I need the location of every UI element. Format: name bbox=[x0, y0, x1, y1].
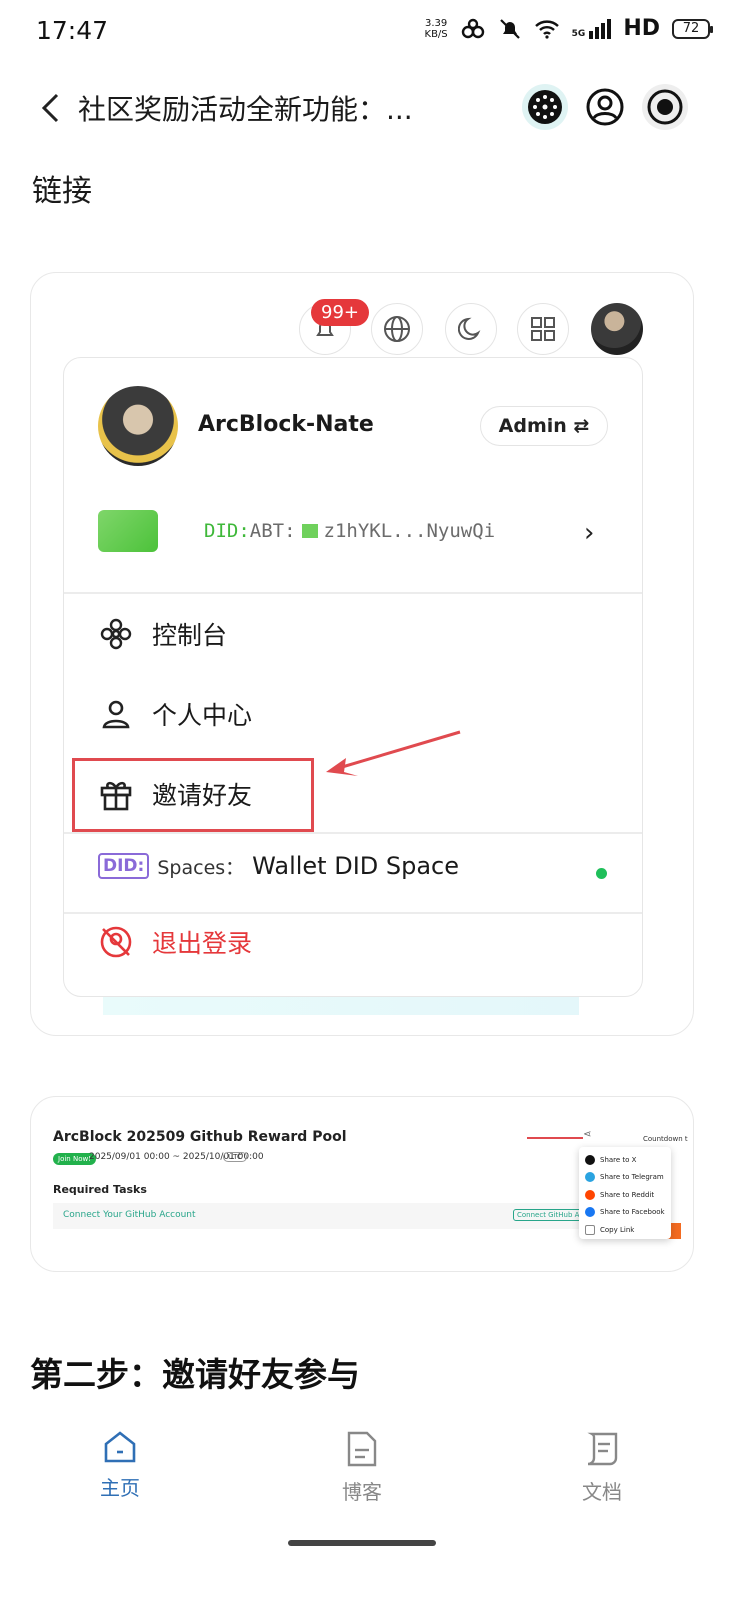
net-speed: 3.39 KB/S bbox=[424, 17, 448, 40]
telegram-icon bbox=[585, 1172, 595, 1183]
share-to-reddit: Share to Reddit bbox=[585, 1186, 665, 1204]
profile-button[interactable] bbox=[582, 84, 628, 130]
switch-role-button: Admin ⇄ bbox=[480, 406, 608, 446]
status-time: 17:47 bbox=[36, 16, 109, 45]
status-dot bbox=[596, 868, 607, 879]
username: ArcBlock-Nate bbox=[198, 412, 374, 437]
app-logo-button[interactable] bbox=[522, 84, 568, 130]
menu-item-dashboard: 控制台 bbox=[98, 604, 598, 664]
home-indicator[interactable] bbox=[288, 1540, 436, 1546]
home-icon bbox=[104, 1431, 136, 1463]
back-button[interactable] bbox=[30, 86, 70, 130]
status-icons: 3.39 KB/S 5G HD 72 bbox=[424, 16, 713, 41]
screenshot-card-account-menu: 99+ ArcBlock-Nate Admin ⇄ DID:ABT: z1hYKL… bbox=[30, 272, 694, 1036]
reward-pool-title: ArcBlock 202509 Github Reward Pool bbox=[53, 1129, 347, 1145]
mute-icon bbox=[499, 18, 520, 39]
grid-icon bbox=[531, 317, 555, 341]
user-icon bbox=[586, 88, 624, 126]
nav-item-blog[interactable]: 博客 bbox=[302, 1430, 422, 1505]
moon-icon bbox=[458, 317, 481, 340]
timezone-badge: UTC bbox=[223, 1152, 247, 1162]
countdown-label: Countdown t bbox=[643, 1135, 688, 1143]
chevron-right-icon: › bbox=[584, 518, 595, 548]
copy-link: Copy Link bbox=[585, 1221, 665, 1239]
nav-item-docs[interactable]: 文档 bbox=[542, 1430, 662, 1505]
divider bbox=[64, 832, 642, 834]
annotation-arrow-icon bbox=[326, 730, 461, 776]
share-to-telegram: Share to Telegram bbox=[585, 1169, 665, 1187]
did-address: DID:ABT: z1hYKL...NyuwQi bbox=[204, 520, 496, 542]
app-logo-icon bbox=[528, 90, 562, 124]
did-avatar-icon bbox=[301, 524, 318, 538]
theme-button bbox=[445, 303, 497, 355]
section-title: 第二步：邀请好友参与 bbox=[30, 1355, 360, 1394]
x-icon bbox=[585, 1154, 595, 1165]
blog-icon bbox=[347, 1431, 377, 1467]
docs-icon bbox=[587, 1432, 618, 1466]
share-icon: ⋖ bbox=[583, 1129, 592, 1140]
did-spaces-row: DID: Spaces： Wallet DID Space bbox=[98, 852, 459, 880]
record-icon bbox=[647, 89, 683, 125]
avatar bbox=[591, 303, 643, 355]
avatar bbox=[98, 386, 178, 466]
back-arrow-icon bbox=[41, 93, 59, 123]
divider bbox=[64, 592, 642, 594]
page-title: 社区奖励活动全新功能：... bbox=[78, 93, 413, 126]
did-logo-icon bbox=[98, 510, 158, 552]
globe-icon bbox=[384, 316, 410, 342]
signal-icon: 5G bbox=[572, 18, 612, 39]
share-to-facebook: Share to Facebook bbox=[585, 1204, 665, 1222]
logout-icon bbox=[100, 926, 132, 958]
divider bbox=[64, 912, 642, 914]
menu-item-logout: 退出登录 bbox=[98, 924, 252, 960]
nav-item-home[interactable]: 主页 bbox=[60, 1430, 180, 1501]
dashboard-icon bbox=[98, 616, 134, 652]
user-icon bbox=[98, 696, 134, 732]
notification-badge: 99+ bbox=[311, 299, 369, 326]
copy-icon bbox=[585, 1224, 595, 1235]
reddit-icon bbox=[585, 1189, 595, 1200]
task-label: Connect Your GitHub Account bbox=[63, 1210, 196, 1220]
link-text: 链接 bbox=[32, 174, 92, 209]
language-button bbox=[371, 303, 423, 355]
share-to-x: Share to X bbox=[585, 1151, 665, 1169]
record-button[interactable] bbox=[642, 84, 688, 130]
account-dropdown: ArcBlock-Nate Admin ⇄ DID:ABT: z1hYKL...N… bbox=[63, 357, 643, 997]
background-strip bbox=[103, 997, 579, 1015]
wifi-icon bbox=[534, 19, 559, 39]
required-tasks-heading: Required Tasks bbox=[53, 1183, 147, 1196]
annotation-arrow-icon bbox=[527, 1137, 583, 1139]
hd-label: HD bbox=[623, 16, 660, 41]
screenshot-card-reward-pool: ArcBlock 202509 Github Reward Pool Join … bbox=[30, 1096, 694, 1272]
facebook-icon bbox=[585, 1207, 595, 1218]
link-icon bbox=[461, 18, 484, 38]
bottom-nav: 主页 博客 文档 bbox=[0, 1410, 738, 1550]
battery-icon: 72 bbox=[672, 18, 713, 39]
share-menu: Share to X Share to Telegram Share to Re… bbox=[579, 1147, 671, 1239]
apps-button bbox=[517, 303, 569, 355]
highlight-box bbox=[72, 758, 314, 832]
